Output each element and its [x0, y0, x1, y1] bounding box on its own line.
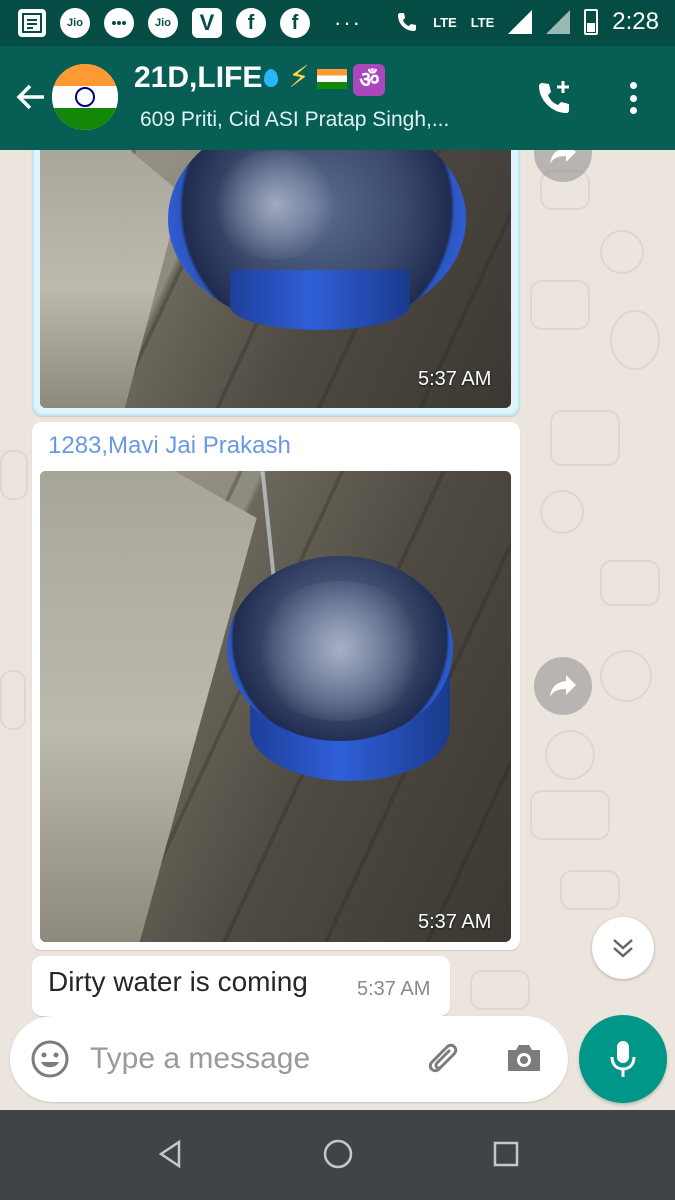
group-name: 21D,LIFE — [134, 61, 263, 94]
news-icon — [18, 9, 46, 37]
om-emoji-icon: ॐ — [353, 64, 386, 96]
jio-icon: Jio — [148, 8, 178, 38]
jio-icon: Jio — [60, 8, 90, 38]
image-timestamp: 5:37 AM — [418, 368, 492, 390]
back-arrow-icon[interactable] — [14, 80, 48, 120]
message-timestamp: 5:37 AM — [357, 978, 431, 1000]
image-message-photo[interactable]: 5:37 AM — [40, 471, 511, 942]
wallpaper-doodle — [600, 650, 652, 702]
chat-header: 21D,LIFE ⚡ ॐ 609 Priti, Cid ASI Pratap Sin… — [0, 46, 675, 150]
vi-icon: V — [192, 8, 222, 38]
microphone-icon — [610, 1041, 636, 1077]
status-bar: Jio Jio V f f ··· LTE LTE 2:28 — [0, 0, 675, 46]
nav-back-icon[interactable] — [150, 1134, 190, 1174]
chat-icon — [104, 8, 134, 38]
chat-area[interactable]: 5:37 AM 1283,Mavi Jai Prakash 5:37 AM Di… — [0, 150, 675, 1110]
wallpaper-doodle — [470, 970, 530, 1010]
wallpaper-doodle — [550, 410, 620, 466]
wallpaper-doodle — [600, 560, 660, 606]
wallpaper-doodle — [540, 490, 584, 534]
facebook-icon: f — [236, 8, 266, 38]
india-flag-emoji-icon — [317, 69, 348, 90]
notification-icons: Jio Jio V f f ··· — [18, 8, 362, 38]
wallpaper-doodle — [530, 280, 590, 330]
message-input[interactable] — [90, 1036, 400, 1082]
call-lte-icon — [398, 13, 417, 31]
water-drop-emoji-icon — [264, 69, 279, 87]
wallpaper-doodle — [545, 730, 595, 780]
sender-name[interactable]: 1283,Mavi Jai Prakash — [48, 432, 291, 460]
attachment-paperclip-icon[interactable] — [420, 1036, 464, 1080]
emoji-icon[interactable] — [30, 1039, 70, 1079]
lte-label: LTE — [433, 14, 457, 30]
wallpaper-doodle — [0, 670, 26, 730]
more-notifications-icon: ··· — [334, 10, 362, 35]
message-composer — [10, 1016, 568, 1102]
battery-icon — [584, 9, 599, 35]
group-title[interactable]: 21D,LIFE ⚡ ॐ — [134, 60, 386, 96]
system-status: LTE LTE 2:28 — [395, 8, 659, 36]
overflow-menu-icon[interactable] — [622, 78, 644, 118]
wallpaper-doodle — [560, 870, 620, 910]
clock: 2:28 — [612, 8, 659, 35]
group-members[interactable]: 609 Priti, Cid ASI Pratap Singh,... — [140, 108, 449, 132]
image-message-photo[interactable]: 5:37 AM — [40, 150, 511, 408]
lte-label-2: LTE — [470, 14, 495, 30]
scroll-to-bottom-button[interactable] — [592, 917, 654, 979]
group-avatar[interactable] — [52, 64, 118, 130]
signal-icon-2 — [546, 10, 571, 34]
image-timestamp: 5:37 AM — [418, 911, 492, 933]
facebook-icon: f — [280, 8, 310, 38]
double-chevron-down-icon — [613, 939, 633, 958]
wallpaper-doodle — [610, 310, 660, 370]
lightning-emoji-icon: ⚡ — [288, 61, 310, 94]
wallpaper-doodle — [0, 450, 28, 500]
nav-home-icon[interactable] — [318, 1134, 358, 1174]
camera-icon[interactable] — [504, 1038, 544, 1078]
voice-record-button[interactable] — [579, 1015, 667, 1103]
wallpaper-doodle — [530, 790, 610, 840]
add-call-icon[interactable] — [535, 78, 575, 118]
system-navigation-bar — [0, 1110, 675, 1200]
signal-icon — [508, 10, 533, 34]
forward-button[interactable] — [534, 657, 592, 715]
wallpaper-doodle — [600, 230, 644, 274]
message-text: Dirty water is coming — [48, 966, 308, 997]
nav-recents-icon[interactable] — [486, 1134, 526, 1174]
